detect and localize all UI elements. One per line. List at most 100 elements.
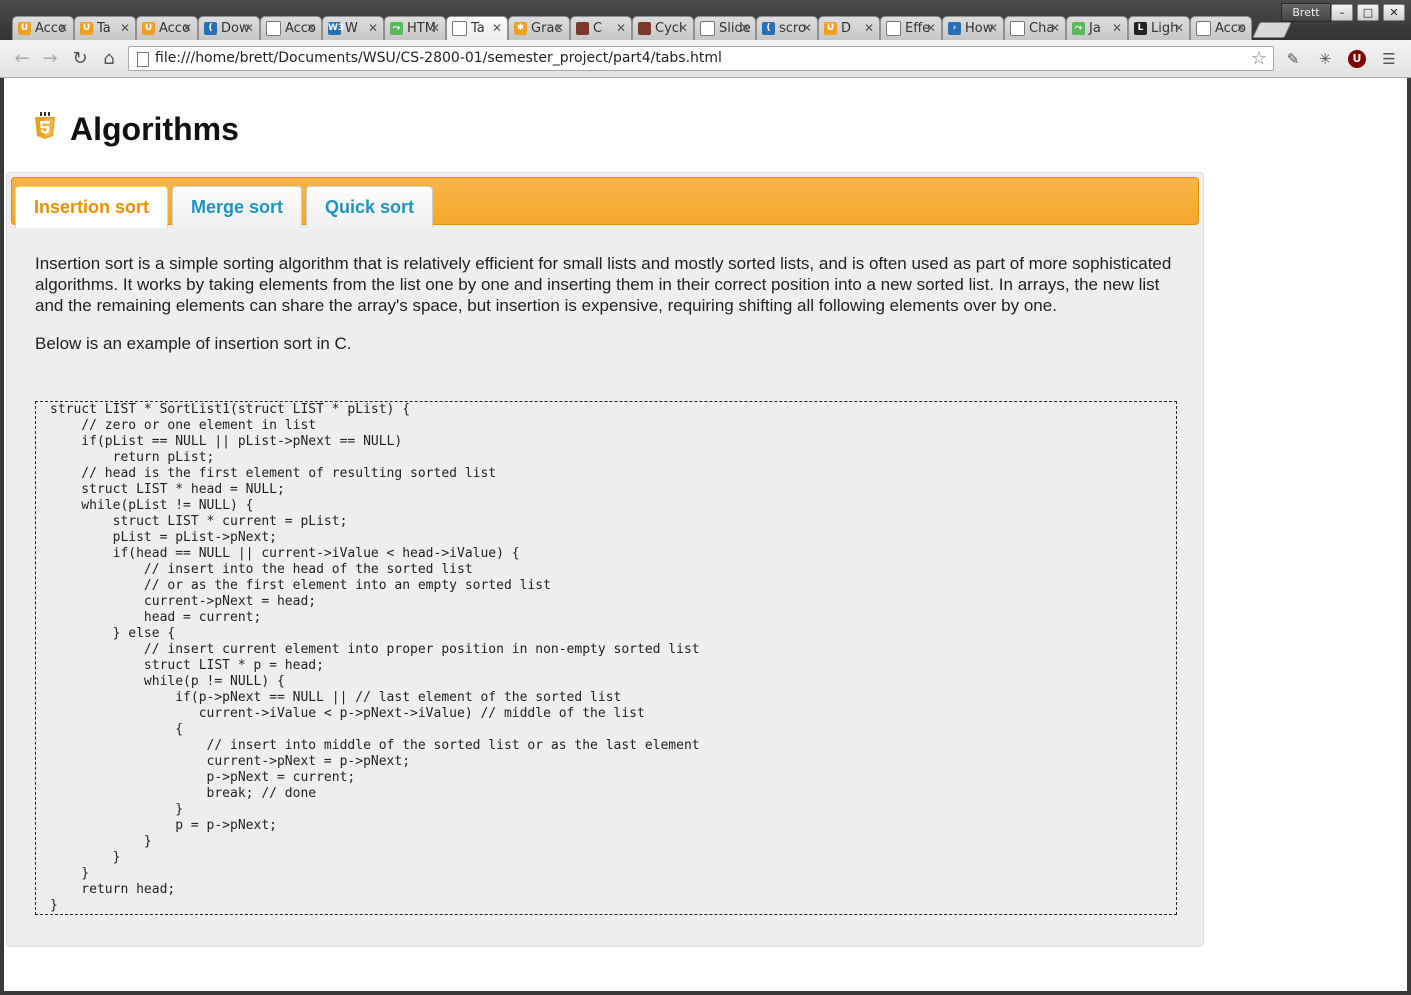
browser-tab-label: D (841, 21, 852, 36)
browser-tab[interactable]: ⤳ HTM ✕ (384, 16, 446, 40)
tab-merge-sort[interactable]: Merge sort (172, 186, 303, 227)
close-tab-icon[interactable]: ✕ (616, 21, 626, 35)
browser-tab[interactable]: U Acco ✕ (12, 16, 74, 40)
close-tab-icon[interactable]: ✕ (864, 21, 874, 35)
close-tab-icon[interactable]: ✕ (1050, 21, 1060, 35)
window-titlebar: U Acco ✕ U Ta ✕ U Acco ✕(Dow ✕ Acco ✕ W3 W ✕ ⤳ HTM ✕ Ta ✕ ✱ G… (0, 0, 1411, 40)
close-tab-icon[interactable]: ✕ (988, 21, 998, 35)
close-tab-icon[interactable]: ✕ (1112, 21, 1122, 35)
browser-tab[interactable]: U Acco ✕ (136, 16, 198, 40)
example-intro-paragraph: Below is an example of insertion sort in… (35, 334, 352, 353)
avatar-icon (576, 22, 589, 35)
browser-tab-label: Ta (97, 21, 111, 36)
close-tab-icon[interactable]: ✕ (306, 21, 316, 35)
ublock-icon[interactable]: U (1348, 50, 1366, 68)
browser-tab-label: W (345, 21, 358, 36)
browser-tab[interactable]: (scro ✕ (756, 16, 818, 40)
close-tab-icon[interactable]: ✕ (58, 21, 68, 35)
browser-tab[interactable]: ✱ Grac ✕ (508, 16, 570, 40)
code-example: struct LIST * SortList1(struct LIST * pL… (35, 401, 1177, 915)
close-tab-icon[interactable]: ✕ (1174, 21, 1184, 35)
home-icon[interactable]: ⌂ (99, 49, 119, 69)
u-icon: U (80, 22, 93, 35)
close-tab-icon[interactable]: ✕ (368, 21, 378, 35)
minimize-icon[interactable]: – (1331, 4, 1353, 21)
bookmark-star-icon[interactable]: ☆ (1251, 48, 1267, 69)
page-icon (137, 52, 149, 67)
avatar-icon (638, 22, 651, 35)
browser-tab[interactable]: Effe ✕ (880, 16, 942, 40)
browser-tab[interactable]: C ✕ (570, 16, 632, 40)
address-bar[interactable]: file:///home/brett/Documents/WSU/CS-2800… (128, 46, 1274, 71)
close-tab-icon[interactable]: ✕ (926, 21, 936, 35)
close-tab-icon[interactable]: ✕ (182, 21, 192, 35)
gear-icon: ✱ (514, 22, 527, 35)
menu-icon[interactable]: ☰ (1380, 50, 1398, 68)
profile-button[interactable]: Brett (1281, 3, 1331, 22)
browser-tab[interactable]: Acco ✕ (1190, 16, 1252, 40)
jquery-icon: ( (204, 22, 217, 35)
tab-quick-sort[interactable]: Quick sort (306, 186, 434, 227)
browser-tab-label: Ja (1089, 21, 1101, 36)
l-icon: L (1134, 22, 1147, 35)
browser-toolbar: ← → ↻ ⌂ file:///home/brett/Documents/WSU… (0, 40, 1411, 78)
eyedropper-icon[interactable]: ✎ (1284, 50, 1302, 68)
browser-tab[interactable]: Ta ✕ (446, 16, 508, 40)
close-tab-icon[interactable]: ✕ (430, 21, 440, 35)
browser-tab[interactable]: U D ✕ (818, 16, 880, 40)
back-icon[interactable]: ← (12, 49, 32, 69)
browser-tab[interactable]: ⤳ Ja ✕ (1066, 16, 1128, 40)
browser-tab[interactable]: U Ta ✕ (74, 16, 136, 40)
close-window-icon[interactable]: ✕ (1383, 4, 1405, 21)
close-tab-icon[interactable]: ✕ (120, 21, 130, 35)
browser-tab[interactable]: Cycl ✕ (632, 16, 694, 40)
browser-tab[interactable]: W3 W ✕ (322, 16, 384, 40)
tab-bar: Insertion sort Merge sort Quick sort (11, 177, 1199, 228)
reload-icon[interactable]: ↻ (70, 49, 90, 69)
close-tab-icon[interactable]: ✕ (740, 21, 750, 35)
browser-tab[interactable]: Slide ✕ (694, 16, 756, 40)
close-tab-icon[interactable]: ✕ (678, 21, 688, 35)
tab-panel-insertion-sort: Insertion sort is a simple sorting algor… (35, 253, 1177, 354)
page-icon (1010, 21, 1025, 36)
close-tab-icon[interactable]: ✕ (802, 21, 812, 35)
window-controls: – □ ✕ (1331, 4, 1405, 21)
tabs-widget: Insertion sort Merge sort Quick sort Ins… (6, 172, 1204, 947)
browser-tab-strip: U Acco ✕ U Ta ✕ U Acco ✕(Dow ✕ Acco ✕ W3 W ✕ ⤳ HTM ✕ Ta ✕ ✱ G… (12, 16, 1292, 40)
page-icon (266, 21, 281, 36)
page-icon (700, 21, 715, 36)
arrow-icon: › (948, 22, 961, 35)
html5-icon (35, 111, 55, 139)
browser-tab[interactable]: Acco ✕ (260, 16, 322, 40)
w3schools-icon: W3 (328, 22, 345, 35)
browser-tab[interactable]: › How ✕ (942, 16, 1004, 40)
browser-tab-label: Ta (471, 21, 485, 36)
close-tab-icon[interactable]: ✕ (554, 21, 564, 35)
browser-tab-label: C (593, 21, 603, 36)
browser-tab[interactable]: L Ligh ✕ (1128, 16, 1190, 40)
forward-icon[interactable]: → (40, 49, 60, 69)
page-viewport: Algorithms Insertion sort Merge sort Qui… (4, 78, 1407, 991)
close-tab-icon[interactable]: ✕ (1236, 21, 1246, 35)
browser-tab[interactable]: (Dow ✕ (198, 16, 260, 40)
w3c-icon: ⤳ (390, 22, 403, 35)
u-icon: U (824, 22, 837, 35)
close-tab-icon[interactable]: ✕ (244, 21, 254, 35)
browser-tab[interactable]: Cha ✕ (1004, 16, 1066, 40)
u-icon: U (142, 22, 155, 35)
page-icon (886, 21, 901, 36)
new-tab-button[interactable] (1252, 22, 1292, 38)
maximize-icon[interactable]: □ (1357, 4, 1379, 21)
page-title: Algorithms (70, 111, 239, 147)
address-url[interactable]: file:///home/brett/Documents/WSU/CS-2800… (155, 50, 722, 66)
w3c-icon: ⤳ (1072, 22, 1085, 35)
page-icon (452, 21, 467, 36)
close-tab-icon[interactable]: ✕ (492, 21, 502, 35)
description-paragraph: Insertion sort is a simple sorting algor… (35, 254, 1172, 315)
network-extension-icon[interactable]: ✳ (1316, 50, 1334, 68)
u-icon: U (18, 22, 31, 35)
page-icon (1196, 21, 1211, 36)
tab-insertion-sort[interactable]: Insertion sort (15, 186, 169, 228)
jquery-icon: ( (762, 22, 775, 35)
page-header: Algorithms (34, 111, 239, 148)
